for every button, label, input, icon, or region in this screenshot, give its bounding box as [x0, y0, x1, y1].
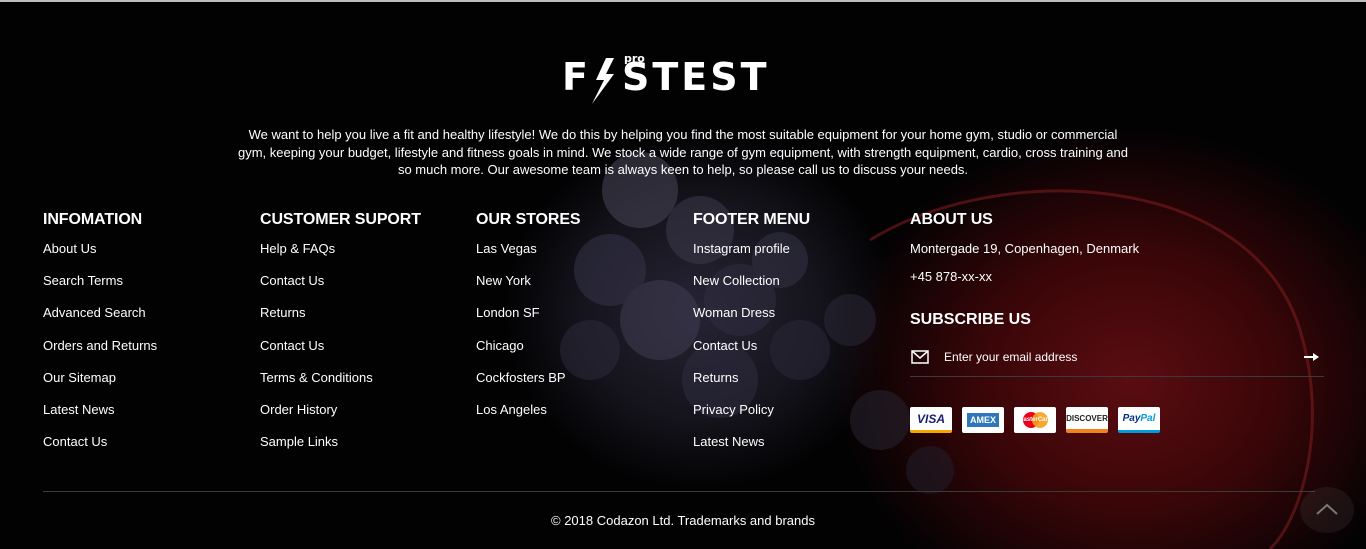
- stores-column: OUR STORES Las Vegas New York London SF …: [476, 210, 581, 417]
- link-store-las-vegas[interactable]: Las Vegas: [476, 240, 566, 272]
- link-woman-dress[interactable]: Woman Dress: [693, 304, 790, 336]
- site-footer: F STEST pro We want to help you live a f…: [0, 0, 1366, 549]
- link-store-los-angeles[interactable]: Los Angeles: [476, 401, 566, 433]
- subscribe-form: [910, 346, 1324, 377]
- about-us-column: ABOUT US Montergade 19, Copenhagen, Denm…: [910, 210, 1324, 433]
- link-advanced-search[interactable]: Advanced Search: [43, 304, 157, 336]
- link-instagram[interactable]: Instagram profile: [693, 240, 790, 272]
- information-column: INFOMATION About Us Search Terms Advance…: [43, 210, 157, 449]
- discover-icon: DISCOVER: [1066, 407, 1108, 433]
- column-title: OUR STORES: [476, 211, 581, 228]
- back-to-top-button[interactable]: [1300, 487, 1354, 533]
- svg-text:pro: pro: [624, 52, 645, 65]
- mastercard-icon: MasterCard: [1014, 407, 1056, 433]
- link-terms-conditions[interactable]: Terms & Conditions: [260, 369, 373, 401]
- email-input[interactable]: [944, 348, 1284, 366]
- link-sitemap[interactable]: Our Sitemap: [43, 369, 157, 401]
- chevron-up-icon: [1316, 503, 1338, 515]
- envelope-icon: [911, 350, 929, 364]
- link-new-collection[interactable]: New Collection: [693, 272, 790, 304]
- column-title: FOOTER MENU: [693, 211, 811, 228]
- paypal-label-b: Pal: [1140, 413, 1156, 424]
- paypal-icon: Pay Pal: [1118, 407, 1160, 433]
- column-title: INFOMATION: [43, 211, 143, 228]
- link-latest-news[interactable]: Latest News: [693, 433, 790, 465]
- subscribe-title: SUBSCRIBE US: [910, 311, 1031, 328]
- link-store-london[interactable]: London SF: [476, 304, 566, 336]
- store-address: Montergade 19, Copenhagen, Denmark: [910, 241, 1140, 256]
- link-orders-returns[interactable]: Orders and Returns: [43, 337, 157, 369]
- mastercard-label: MasterCard: [1018, 417, 1052, 423]
- column-title: CUSTOMER SUPORT: [260, 211, 421, 228]
- column-title: ABOUT US: [910, 211, 993, 228]
- amex-icon: AMEX: [962, 407, 1004, 433]
- link-contact-us[interactable]: Contact Us: [260, 337, 373, 369]
- intro-text: We want to help you live a fit and healt…: [237, 127, 1128, 177]
- copyright-text: © 2018 Codazon Ltd. Trademarks and brand…: [551, 513, 815, 528]
- arrow-right-icon[interactable]: [1302, 349, 1320, 365]
- footer-divider: [43, 491, 1315, 492]
- customer-support-column: CUSTOMER SUPORT Help & FAQs Contact Us R…: [260, 210, 421, 449]
- link-sample-links[interactable]: Sample Links: [260, 433, 373, 465]
- link-store-chicago[interactable]: Chicago: [476, 337, 566, 369]
- link-store-cockfosters[interactable]: Cockfosters BP: [476, 369, 566, 401]
- link-help-faqs[interactable]: Help & FAQs: [260, 240, 373, 272]
- link-contact-us[interactable]: Contact Us: [693, 337, 790, 369]
- paypal-label-a: Pay: [1122, 413, 1141, 424]
- link-store-new-york[interactable]: New York: [476, 272, 566, 304]
- payment-methods: VISA AMEX MasterCard DISCOVER Pay Pal: [910, 407, 1160, 433]
- visa-icon: VISA: [910, 407, 952, 433]
- fastest-logo[interactable]: F STEST pro: [562, 50, 806, 106]
- amex-label: AMEX: [966, 413, 999, 427]
- link-about-us[interactable]: About Us: [43, 240, 157, 272]
- link-latest-news[interactable]: Latest News: [43, 401, 157, 433]
- link-returns[interactable]: Returns: [693, 369, 790, 401]
- svg-text:F: F: [562, 55, 590, 99]
- link-returns[interactable]: Returns: [260, 304, 373, 336]
- link-contact-us[interactable]: Contact Us: [43, 433, 157, 465]
- footer-menu-column: FOOTER MENU Instagram profile New Collec…: [693, 210, 811, 449]
- link-search-terms[interactable]: Search Terms: [43, 272, 157, 304]
- link-contact-us[interactable]: Contact Us: [260, 272, 373, 304]
- link-privacy-policy[interactable]: Privacy Policy: [693, 401, 790, 433]
- link-order-history[interactable]: Order History: [260, 401, 373, 433]
- store-phone[interactable]: +45 878-xx-xx: [910, 269, 992, 284]
